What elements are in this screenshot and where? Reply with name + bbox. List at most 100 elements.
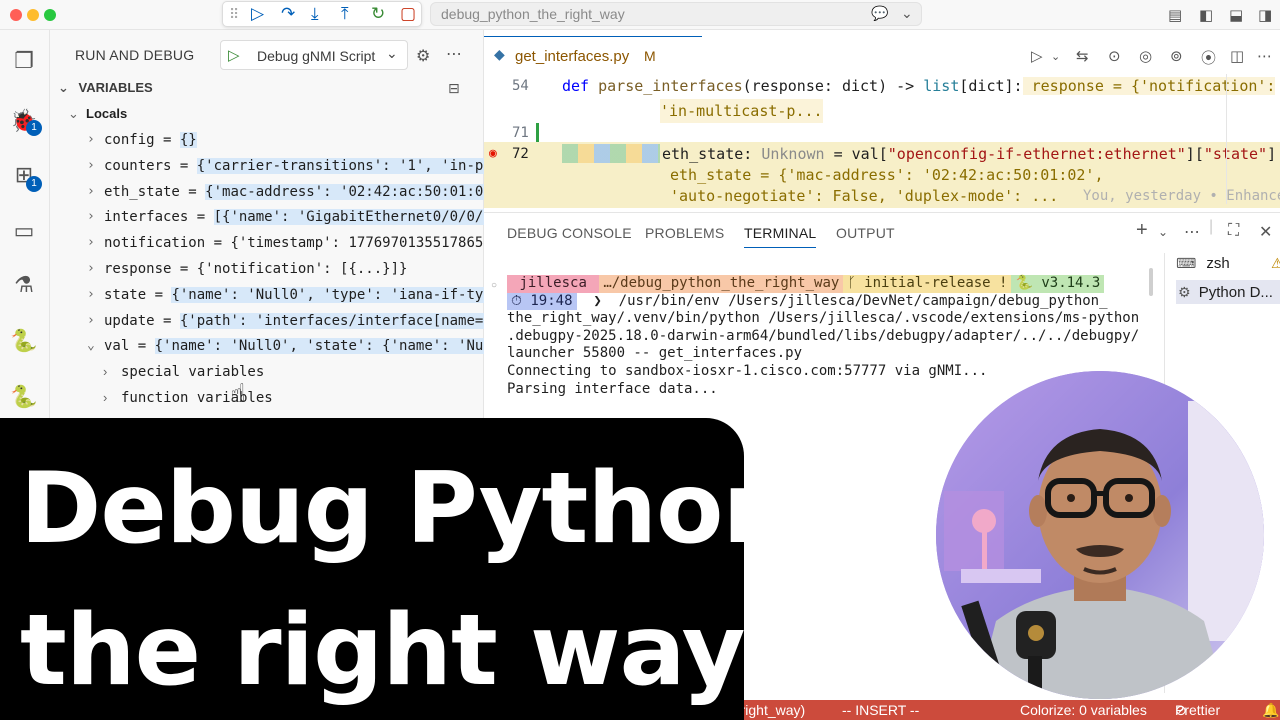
tab-debug-console[interactable]: DEBUG CONSOLE: [507, 225, 632, 241]
more-actions-icon[interactable]: ⋯: [446, 44, 462, 64]
variables-section-header[interactable]: ⌄ VARIABLES: [58, 80, 153, 96]
chevron-down-icon[interactable]: ⌄: [1051, 50, 1060, 63]
close-panel-icon[interactable]: ✕: [1259, 222, 1272, 242]
terminal-line-4: launcher 55800 -- get_interfaces.py: [507, 345, 803, 361]
notifications-bell-icon[interactable]: 🔔: [1262, 700, 1279, 720]
variable-row-val[interactable]: ⌄ val = {'name': 'Null0', 'state': {'name…: [50, 333, 484, 359]
more-actions-icon[interactable]: ⋯: [1257, 47, 1272, 65]
editor-ruler: [1226, 74, 1227, 204]
variable-label: eth_state = {'mac-address': '02:42:ac:50…: [104, 179, 484, 205]
explorer-icon[interactable]: ❐: [9, 46, 39, 76]
variable-row-config[interactable]: › config = {}: [50, 127, 484, 153]
start-debugging-icon[interactable]: ▷: [228, 46, 240, 64]
remote-explorer-icon[interactable]: ▭: [9, 216, 39, 246]
toggle-panel-icon[interactable]: ⬓: [1229, 6, 1243, 24]
variable-row-counters[interactable]: › counters = {'carrier-transitions': '1',…: [50, 153, 484, 179]
continue-icon[interactable]: ▷: [251, 4, 264, 24]
presenter-portrait: [936, 371, 1264, 699]
chevron-down-icon: ⌄: [68, 106, 79, 121]
collapse-all-icon[interactable]: ⊟: [448, 80, 460, 97]
customize-layout-icon[interactable]: ▤: [1168, 6, 1182, 24]
git-blame-annotation: You, yesterday • Enhance: [1083, 188, 1280, 204]
tab-output[interactable]: OUTPUT: [836, 225, 895, 241]
prompt-branch-segment: ᚴ initial-release !: [843, 275, 1012, 293]
terminal-line-5: Connecting to sandbox-iosxr-1.cisco.com:…: [507, 363, 988, 379]
title-bar: ⠿ ▷ ↷ ⤓ ⤒ ↻ ▢ debug_python_the_right_way…: [0, 0, 1280, 30]
inline-value: response = {'notification':: [1022, 77, 1276, 95]
git-gutter-added: [536, 123, 539, 143]
title-line-2: the right way: [20, 594, 746, 708]
drag-handle-icon[interactable]: ⠿: [229, 4, 239, 24]
command-center[interactable]: debug_python_the_right_way 💬 ⌄: [430, 2, 922, 26]
run-python-file-icon[interactable]: ▷: [1031, 47, 1043, 65]
chevron-right-icon: ›: [87, 209, 95, 225]
launch-config-dropdown[interactable]: ▷ Debug gNMI Script ⌄: [220, 40, 408, 70]
step-out-icon[interactable]: ⤒: [341, 4, 349, 24]
variable-row-notification[interactable]: › notification = {'timestamp': 1776970135…: [50, 230, 484, 256]
locals-scope[interactable]: ⌄ Locals: [50, 101, 484, 127]
previous-change-icon[interactable]: ⊙: [1108, 47, 1121, 65]
stop-icon[interactable]: ▢: [400, 4, 416, 24]
variable-row-response[interactable]: › response = {'notification': [{...}]}: [50, 256, 484, 282]
variable-label: config = {}: [104, 132, 197, 148]
variable-row-interfaces[interactable]: › interfaces = [{'name': 'GigabitEthernet…: [50, 204, 484, 230]
restart-icon[interactable]: ↻: [371, 4, 385, 24]
terminal-scrollbar[interactable]: [1149, 268, 1153, 296]
prompt-python-segment: 🐍 v3.14.3: [1011, 275, 1105, 293]
toggle-primary-sidebar-icon[interactable]: ◧: [1199, 6, 1213, 24]
more-actions-icon[interactable]: ⋯: [1184, 222, 1200, 242]
chevron-right-icon: ›: [103, 364, 108, 379]
function-variables-label: function variables: [121, 390, 273, 406]
step-over-icon[interactable]: ↷: [281, 4, 295, 24]
special-variables-node[interactable]: › special variables: [50, 359, 484, 385]
sidebar-title: RUN AND DEBUG: [75, 47, 195, 63]
tab-problems[interactable]: PROBLEMS: [645, 225, 724, 241]
maximize-panel-icon[interactable]: ⛶: [1228, 222, 1239, 240]
variable-label: notification = {'timestamp': 17769701355…: [104, 235, 484, 252]
variables-section-title: VARIABLES: [78, 80, 153, 95]
terminal-list-item-zsh[interactable]: ⌨ zsh ⚠: [1176, 255, 1280, 272]
prompt-user-segment: jillesca: [507, 275, 600, 293]
code-line-54-wrap: 'in-multicast-p...: [484, 99, 1280, 123]
code-text: def parse_interfaces(response: dict) -> …: [562, 77, 1276, 95]
toggle-secondary-sidebar-icon[interactable]: ◨: [1258, 6, 1272, 24]
code-line-72-inline-2: 'auto-negotiate': False, 'duplex-mode': …: [484, 184, 1280, 208]
compare-changes-icon[interactable]: ⇆: [1076, 47, 1089, 65]
variable-row-state[interactable]: › state = {'name': 'Null0', 'type': 'iana…: [50, 282, 484, 308]
inline-value: 'auto-negotiate': False, 'duplex-mode': …: [670, 187, 1059, 205]
editor-tab[interactable]: ◆ get_interfaces.py M: [484, 36, 702, 74]
chevron-down-icon[interactable]: ⌄: [1158, 225, 1168, 239]
new-terminal-icon[interactable]: +: [1136, 219, 1148, 242]
step-into-icon[interactable]: ⤓: [311, 4, 319, 24]
copilot-icon[interactable]: 💬: [871, 5, 888, 22]
function-variables-node[interactable]: › function variables: [50, 385, 484, 411]
gear-icon[interactable]: ⚙: [416, 46, 430, 66]
variable-row-eth-state[interactable]: › eth_state = {'mac-address': '02:42:ac:5…: [50, 179, 484, 205]
python-env-icon[interactable]: 🐍: [9, 382, 39, 412]
variable-label: update = {'path': 'interfaces/interface[…: [104, 308, 484, 334]
code-line-54[interactable]: 54 def parse_interfaces(response: dict) …: [484, 74, 1280, 98]
tab-terminal[interactable]: TERMINAL: [744, 225, 817, 248]
testing-icon[interactable]: ⚗: [9, 270, 39, 300]
close-window-button[interactable]: [10, 9, 22, 21]
terminal-line-6: Parsing interface data...: [507, 380, 718, 397]
maximize-window-button[interactable]: [44, 9, 56, 21]
split-editor-icon[interactable]: ◫: [1230, 47, 1244, 65]
command-center-text: debug_python_the_right_way: [441, 6, 625, 22]
variable-row-update[interactable]: › update = {'path': 'interfaces/interface…: [50, 308, 484, 334]
python-icon[interactable]: 🐍: [9, 326, 39, 356]
timeline-icon[interactable]: ⦿: [1201, 47, 1216, 68]
chevron-down-icon[interactable]: ⌄: [901, 5, 913, 22]
line-number: 54: [512, 78, 529, 94]
status-vim-mode: -- INSERT --: [842, 702, 920, 718]
open-changes-icon[interactable]: ⊚: [1170, 47, 1183, 65]
status-colorize[interactable]: Colorize: 0 variables: [1020, 700, 1147, 720]
run-debug-badge: 1: [26, 120, 42, 136]
variable-label: state = {'name': 'Null0', 'type': 'iana-…: [104, 282, 484, 308]
next-change-icon[interactable]: ◎: [1139, 47, 1152, 65]
minimize-window-button[interactable]: [27, 9, 39, 21]
chevron-down-icon: ⌄: [87, 338, 95, 354]
variable-label: response = {'notification': [{...}]}: [104, 261, 408, 277]
terminal-list-item-python-debug[interactable]: ⚙ Python D...: [1176, 280, 1280, 304]
chevron-down-icon[interactable]: ⌄: [386, 45, 398, 62]
